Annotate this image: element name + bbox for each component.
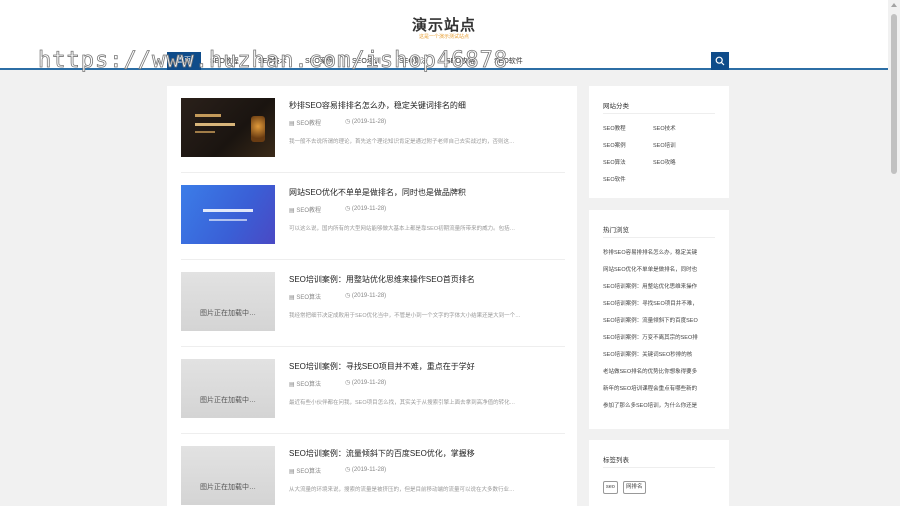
nav-item-seo-cases[interactable]: SEO案例 xyxy=(305,56,334,66)
article-title[interactable]: 秒排SEO容易排排名怎么办，稳定关键词排名的细 xyxy=(289,100,466,111)
article-category[interactable]: ▤ SEO教程 xyxy=(289,118,321,127)
article-item: 秒排SEO容易排排名怎么办，稳定关键词排名的细 ▤ SEO教程 ◷ (2019-… xyxy=(181,86,565,173)
category-link[interactable]: SEO算法 xyxy=(603,158,626,166)
hot-link[interactable]: 老站做SEO排名的优势比你想象得要多 xyxy=(603,367,715,375)
site-subtitle: 这是一个演示测试站点 xyxy=(418,34,469,40)
clock-icon: ◷ xyxy=(345,467,352,473)
divider xyxy=(603,467,715,468)
article-date: ◷ (2019-11-28) xyxy=(345,293,387,299)
loading-placeholder-text: 图片正在加载中… xyxy=(200,397,256,404)
hot-link[interactable]: 参加了那么多SEO培训，为什么你还是 xyxy=(603,401,715,409)
search-icon xyxy=(715,56,725,66)
clock-icon: ◷ xyxy=(345,206,352,212)
article-thumbnail[interactable] xyxy=(181,185,275,244)
tag-link[interactable]: 网排名 xyxy=(623,481,646,494)
nav-item-seo-strategy[interactable]: SEO攻略 xyxy=(446,56,475,66)
hot-link[interactable]: SEO培训案例：关键词SEO秒排的核 xyxy=(603,350,715,358)
widget-title: 网站分类 xyxy=(603,103,629,110)
category-widget: 网站分类 SEO教程 SEO技术 SEO案例 SEO培训 SEO算法 SEO攻略… xyxy=(589,86,729,198)
hot-link[interactable]: SEO培训案例：万变不离其宗的SEO排 xyxy=(603,333,715,341)
article-date: ◷ (2019-11-28) xyxy=(345,380,387,386)
article-excerpt: 我经常把细节决定成败用于SEO优化当中，不管是小到一个文字的字体大小结果还是大到… xyxy=(289,313,521,319)
article-date: ◷ (2019-11-28) xyxy=(345,467,387,473)
article-thumbnail[interactable]: 图片正在加载中… xyxy=(181,272,275,331)
article-category[interactable]: ▤ SEO算法 xyxy=(289,379,321,388)
hot-link[interactable]: SEO培训案例：用整站优化思维来操作 xyxy=(603,282,715,290)
article-title[interactable]: SEO培训案例：流量倾斜下的百度SEO优化，掌握移 xyxy=(289,448,475,459)
article-item: 图片正在加载中… SEO培训案例：用整站优化思维来操作SEO首页排名 ▤ SEO… xyxy=(181,260,565,347)
article-item: 图片正在加载中… SEO培训案例：流量倾斜下的百度SEO优化，掌握移 ▤ SEO… xyxy=(181,434,565,506)
nav-item-seo-tutorial[interactable]: SEO教程 xyxy=(210,56,239,66)
search-button[interactable] xyxy=(711,52,729,70)
article-excerpt: 我一般不去说所谓的理论，首先这个理论知识肯定是通过附子老师自己去实战过的，否则这… xyxy=(289,139,515,145)
category-link[interactable]: SEO培训 xyxy=(653,141,676,149)
widget-title: 标签列表 xyxy=(603,457,629,464)
clock-icon: ◷ xyxy=(345,293,352,299)
nav-item-home[interactable]: 首页 xyxy=(167,52,201,70)
article-thumbnail[interactable]: 图片正在加载中… xyxy=(181,359,275,418)
article-thumbnail[interactable]: 图片正在加载中… xyxy=(181,446,275,505)
article-excerpt: 从大流量的环境来说，搜索的流量是被挤压的，但是目前移动端的流量可以说在大多数行业… xyxy=(289,487,515,493)
hot-link[interactable]: 网站SEO优化不单单是做排名，同时也 xyxy=(603,265,715,273)
article-category[interactable]: ▤ SEO教程 xyxy=(289,205,321,214)
clock-icon: ◷ xyxy=(345,380,352,386)
scroll-up-arrow-icon[interactable] xyxy=(891,3,897,7)
category-link[interactable]: SEO案例 xyxy=(603,141,626,149)
category-link[interactable]: SEO攻略 xyxy=(653,158,676,166)
site-header: 演示站点 这是一个演示测试站点 xyxy=(0,0,888,52)
article-item: 图片正在加载中… SEO培训案例：寻找SEO项目并不难，重点在于学好 ▤ SEO… xyxy=(181,347,565,434)
article-list: 秒排SEO容易排排名怎么办，稳定关键词排名的细 ▤ SEO教程 ◷ (2019-… xyxy=(167,86,577,506)
article-thumbnail[interactable] xyxy=(181,98,275,157)
nav-item-seo-algorithm[interactable]: SEO算法 xyxy=(399,56,428,66)
site-title[interactable]: 演示站点 xyxy=(0,14,888,35)
article-item: 网站SEO优化不单单是做排名，同时也是做品牌积 ▤ SEO教程 ◷ (2019-… xyxy=(181,173,565,260)
hot-widget: 热门浏览 秒排SEO容易排排名怎么办，稳定关键 网站SEO优化不单单是做排名，同… xyxy=(589,210,729,429)
hot-link[interactable]: SEO培训案例：寻找SEO项目并不难， xyxy=(603,299,715,307)
hot-link[interactable]: 新年的SEO培训课程会重点有哪些新的 xyxy=(603,384,715,392)
nav-item-seo-training[interactable]: SEO培训 xyxy=(352,56,381,66)
article-excerpt: 最近有些小伙伴都在问我，SEO项目怎么找，其实关于从搜索引擎上面去拿到高净值的转… xyxy=(289,400,516,406)
widget-title: 热门浏览 xyxy=(603,227,629,234)
article-excerpt: 可以这么说，国内所有的大型网站能够做大基本上都是靠SEO初期流量所带来的威力。包… xyxy=(289,226,516,232)
divider xyxy=(603,113,715,114)
loading-placeholder-text: 图片正在加载中… xyxy=(200,484,256,491)
hot-link[interactable]: 秒排SEO容易排排名怎么办，稳定关键 xyxy=(603,248,715,256)
divider xyxy=(603,237,715,238)
category-link[interactable]: SEO教程 xyxy=(603,124,626,132)
article-category[interactable]: ▤ SEO算法 xyxy=(289,292,321,301)
article-date: ◷ (2019-11-28) xyxy=(345,119,387,125)
article-title[interactable]: 网站SEO优化不单单是做排名，同时也是做品牌积 xyxy=(289,187,466,198)
tags-widget: 标签列表 seo 网排名 xyxy=(589,440,729,506)
article-title[interactable]: SEO培训案例：用整站优化思维来操作SEO首页排名 xyxy=(289,274,475,285)
nav-item-seo-tech[interactable]: SEO技术 xyxy=(258,56,287,66)
page-scrollbar[interactable] xyxy=(888,0,900,506)
article-category[interactable]: ▤ SEO算法 xyxy=(289,466,321,475)
tag-link[interactable]: seo xyxy=(603,481,618,494)
main-nav: 首页 SEO教程 SEO技术 SEO案例 SEO培训 SEO算法 SEO攻略 S… xyxy=(0,52,888,70)
category-link[interactable]: SEO技术 xyxy=(653,124,676,132)
clock-icon: ◷ xyxy=(345,119,352,125)
category-link[interactable]: SEO软件 xyxy=(603,175,626,183)
nav-item-seo-software[interactable]: SEO软件 xyxy=(494,56,523,66)
article-date: ◷ (2019-11-28) xyxy=(345,206,387,212)
scrollbar-thumb[interactable] xyxy=(891,14,897,174)
hot-link[interactable]: SEO培训案例：流量倾斜下的百度SEO xyxy=(603,316,715,324)
article-title[interactable]: SEO培训案例：寻找SEO项目并不难，重点在于学好 xyxy=(289,361,475,372)
loading-placeholder-text: 图片正在加载中… xyxy=(200,310,256,317)
